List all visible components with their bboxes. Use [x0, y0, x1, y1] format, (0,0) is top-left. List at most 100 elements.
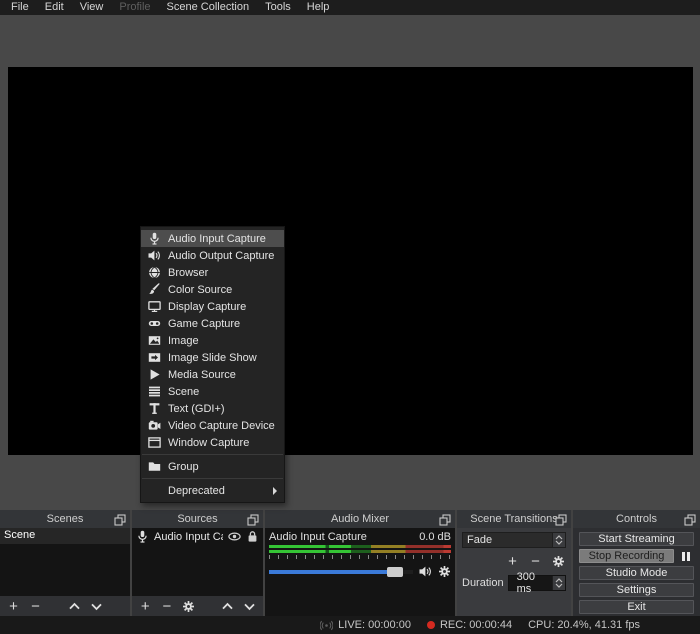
move-scene-down-button[interactable]: [90, 600, 103, 613]
add-source-button[interactable]: +: [139, 600, 152, 613]
source-properties-gear-icon[interactable]: [182, 600, 195, 613]
remove-source-button[interactable]: −: [161, 600, 174, 613]
ctx-label: Window Capture: [168, 437, 249, 449]
move-source-down-button[interactable]: [243, 600, 256, 613]
stop-recording-button[interactable]: Stop Recording: [579, 549, 674, 563]
add-scene-button[interactable]: +: [7, 600, 20, 613]
dock-audio-mixer: Audio Mixer Audio Input Capture 0.0 dB: [265, 510, 455, 616]
remove-scene-button[interactable]: −: [29, 600, 42, 613]
ctx-item-deprecated[interactable]: Deprecated: [141, 482, 284, 499]
ctx-item-image-slide-show[interactable]: Image Slide Show: [141, 349, 284, 366]
ctx-label: Display Capture: [168, 301, 246, 313]
ctx-item-media-source[interactable]: Media Source: [141, 366, 284, 383]
ctx-item-video-capture-device[interactable]: Video Capture Device: [141, 417, 284, 434]
popout-icon[interactable]: [555, 513, 567, 525]
ctx-item-browser[interactable]: Browser: [141, 264, 284, 281]
controls-body: Start Streaming Stop Recording Studio Mo…: [573, 528, 700, 616]
move-source-up-button[interactable]: [221, 600, 234, 613]
menu-view[interactable]: View: [72, 0, 112, 15]
volume-slider[interactable]: [269, 570, 413, 574]
cpu-fps-stats: CPU: 20.4%, 41.31 fps: [528, 619, 640, 631]
volume-slider-handle[interactable]: [387, 567, 403, 577]
audio-mixer-dock-header[interactable]: Audio Mixer: [265, 510, 455, 528]
ctx-item-display-capture[interactable]: Display Capture: [141, 298, 284, 315]
controls-dock-header[interactable]: Controls: [573, 510, 700, 528]
ctx-item-audio-input-capture[interactable]: Audio Input Capture: [141, 230, 284, 247]
mixer-gear-icon[interactable]: [438, 565, 451, 578]
popout-icon[interactable]: [114, 513, 126, 525]
duration-label: Duration: [462, 577, 504, 589]
dock-scenes: Scenes Scene + −: [0, 510, 130, 616]
lock-icon[interactable]: [246, 530, 259, 543]
sources-toolbar: + −: [132, 596, 263, 616]
ctx-item-game-capture[interactable]: Game Capture: [141, 315, 284, 332]
menu-file[interactable]: File: [3, 0, 37, 15]
mixer-channel-name: Audio Input Capture: [269, 531, 367, 543]
menu-separator: [142, 478, 283, 479]
transitions-body: Fade + − Duration 300 ms: [457, 528, 571, 616]
menu-profile[interactable]: Profile: [111, 0, 158, 15]
gamepad-icon: [148, 317, 161, 330]
ctx-item-color-source[interactable]: Color Source: [141, 281, 284, 298]
brush-icon: [148, 283, 161, 296]
popout-icon[interactable]: [439, 513, 451, 525]
submenu-arrow-icon: [273, 487, 277, 495]
duration-input[interactable]: 300 ms: [508, 575, 566, 591]
transition-selected-value: Fade: [463, 534, 552, 546]
scene-list-icon: [148, 385, 161, 398]
settings-button[interactable]: Settings: [579, 583, 694, 597]
menu-edit[interactable]: Edit: [37, 0, 72, 15]
scenes-toolbar: + −: [0, 596, 130, 616]
studio-mode-button[interactable]: Studio Mode: [579, 566, 694, 580]
popout-icon[interactable]: [247, 513, 259, 525]
scenes-dock-title: Scenes: [4, 513, 126, 525]
ctx-item-group[interactable]: Group: [141, 458, 284, 475]
duration-value: 300 ms: [509, 571, 552, 595]
popout-icon[interactable]: [684, 513, 696, 525]
add-source-context-menu: Audio Input Capture Audio Output Capture…: [140, 226, 285, 503]
menu-scene-collection[interactable]: Scene Collection: [159, 0, 258, 15]
ctx-item-text-gdi[interactable]: Text (GDI+): [141, 400, 284, 417]
scene-list-item[interactable]: Scene: [0, 528, 130, 544]
dock-scene-transitions: Scene Transitions Fade + − Duration 300 …: [457, 510, 571, 616]
duration-spinner[interactable]: [552, 576, 565, 590]
start-streaming-button[interactable]: Start Streaming: [579, 532, 694, 546]
audio-mixer-dock-title: Audio Mixer: [269, 513, 451, 525]
combo-spinner[interactable]: [552, 533, 565, 547]
ctx-label: Color Source: [168, 284, 232, 296]
remove-transition-button[interactable]: −: [528, 554, 543, 569]
ctx-item-scene[interactable]: Scene: [141, 383, 284, 400]
menu-tools[interactable]: Tools: [257, 0, 299, 15]
camera-icon: [148, 419, 161, 432]
scenes-dock-header[interactable]: Scenes: [0, 510, 130, 528]
transition-select[interactable]: Fade: [462, 532, 566, 548]
ctx-label: Video Capture Device: [168, 420, 275, 432]
exit-button[interactable]: Exit: [579, 600, 694, 614]
ctx-item-audio-output-capture[interactable]: Audio Output Capture: [141, 247, 284, 264]
speaker-icon: [148, 249, 161, 262]
add-transition-button[interactable]: +: [505, 554, 520, 569]
ctx-label: Group: [168, 461, 199, 473]
pause-recording-button[interactable]: [677, 549, 694, 563]
move-scene-up-button[interactable]: [68, 600, 81, 613]
mic-icon: [136, 530, 149, 543]
dock-area: Scenes Scene + − Sources Audio Input Cap…: [0, 510, 700, 616]
transition-gear-icon[interactable]: [551, 554, 566, 569]
menu-help[interactable]: Help: [299, 0, 338, 15]
source-label: Audio Input Capture: [154, 531, 223, 543]
status-bar: LIVE: 00:00:00 REC: 00:00:44 CPU: 20.4%,…: [0, 616, 700, 634]
sources-dock-header[interactable]: Sources: [132, 510, 263, 528]
transitions-dock-header[interactable]: Scene Transitions: [457, 510, 571, 528]
rec-time: REC: 00:00:44: [440, 619, 512, 631]
source-list-item[interactable]: Audio Input Capture: [132, 528, 263, 545]
preview-canvas[interactable]: [8, 67, 693, 455]
meter-tick-scale: [269, 555, 451, 559]
eye-icon[interactable]: [228, 530, 241, 543]
ctx-label: Image: [168, 335, 199, 347]
ctx-item-image[interactable]: Image: [141, 332, 284, 349]
ctx-label: Media Source: [168, 369, 236, 381]
dock-sources: Sources Audio Input Capture + −: [132, 510, 263, 616]
ctx-item-window-capture[interactable]: Window Capture: [141, 434, 284, 451]
mute-speaker-icon[interactable]: [419, 565, 432, 578]
broadcast-icon: [320, 619, 333, 632]
